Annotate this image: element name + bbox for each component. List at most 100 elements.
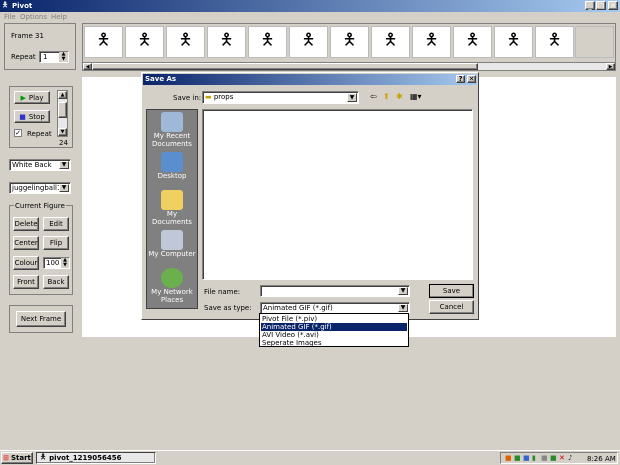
menu-file[interactable]: File — [4, 13, 16, 21]
repeat-checkbox[interactable]: ✓ — [14, 129, 22, 137]
frame-thumbnail[interactable]: 🯅 — [494, 26, 533, 58]
stop-button[interactable]: ■ Stop — [14, 110, 50, 123]
frame-thumbnail-empty — [575, 26, 614, 58]
frame-thumbnail[interactable]: 🯅 — [535, 26, 574, 58]
scroll-left-icon[interactable]: ◀ — [83, 63, 92, 70]
frame-thumbnail[interactable]: 🯅 — [330, 26, 369, 58]
system-tray: ■ ■ ■ ▮ ■ ■ ✕ ♪ 8:26 AM — [500, 452, 618, 464]
cancel-button[interactable]: Cancel — [429, 300, 474, 314]
tray-icon[interactable]: ✕ — [559, 454, 565, 462]
start-button[interactable]: ⊞ Start — [1, 452, 33, 464]
tray-icon[interactable]: ■ — [523, 454, 530, 462]
desktop-icon — [161, 152, 183, 172]
save-in-select[interactable]: ▬ props ▼ — [202, 91, 359, 104]
scroll-right-icon[interactable]: ▶ — [606, 63, 615, 70]
frame-thumbnail[interactable]: 🯅 — [412, 26, 451, 58]
colour-button[interactable]: Colour — [13, 256, 39, 270]
my-documents-icon — [161, 190, 183, 210]
colour-value: 100 — [46, 259, 60, 267]
minimize-button[interactable]: _ — [585, 1, 595, 10]
taskbar-task-pivot[interactable]: 🯅 pivot_1219056456 — [36, 452, 156, 464]
colour-spinner[interactable]: 100 ▲ ▼ — [43, 257, 70, 269]
volume-icon[interactable]: ♪ — [568, 454, 572, 462]
title-bar: 🯅 Pivot _ □ ✕ — [0, 0, 620, 12]
stop-icon: ■ — [19, 112, 26, 121]
menu-options[interactable]: Options — [20, 13, 47, 21]
save-in-label: Save in: — [173, 94, 202, 102]
chevron-down-icon: ▼ — [347, 93, 357, 102]
resize-grip-icon[interactable]: ⋰ — [471, 311, 477, 318]
slider-up-icon[interactable]: ▲ — [58, 91, 67, 99]
front-button[interactable]: Front — [13, 275, 39, 289]
menu-help[interactable]: Help — [51, 13, 67, 21]
frame-thumbnail[interactable]: 🯅 — [453, 26, 492, 58]
chevron-down-icon: ▼ — [398, 287, 408, 295]
place-my-documents[interactable]: My Documents — [148, 190, 196, 226]
place-desktop[interactable]: Desktop — [148, 152, 196, 180]
frame-thumbnail[interactable]: 🯅 — [289, 26, 328, 58]
play-icon: ▶ — [20, 93, 26, 102]
file-list[interactable] — [202, 109, 473, 280]
close-button[interactable]: ✕ — [608, 1, 618, 10]
menu-bar: File Options Help — [0, 12, 620, 22]
save-as-dialog: Save As ? ✕ Save in: ▬ props ▼ ⇦ ⬆ ✱ ▦▾ … — [141, 72, 479, 320]
frame-thumbnail[interactable]: 🯅 — [207, 26, 246, 58]
place-label: My Network Places — [151, 288, 193, 304]
help-button[interactable]: ? — [456, 75, 465, 83]
tray-icon[interactable]: ■ — [505, 454, 512, 462]
view-menu-icon[interactable]: ▦▾ — [410, 92, 422, 101]
frame-thumbnail[interactable]: 🯅 — [84, 26, 123, 58]
frame-scrollbar[interactable]: ◀ ▶ — [82, 62, 616, 71]
pivot-task-icon: 🯅 — [40, 452, 47, 461]
my-computer-icon — [161, 230, 183, 250]
place-recent-documents[interactable]: My Recent Documents — [148, 112, 196, 150]
place-network-places[interactable]: My Network Places — [148, 268, 196, 308]
tray-icon[interactable]: ■ — [514, 454, 521, 462]
next-frame-button[interactable]: Next Frame — [16, 311, 66, 327]
new-folder-icon[interactable]: ✱ — [396, 92, 403, 101]
type-option[interactable]: AVI Video (*.avi) — [261, 331, 407, 339]
frame-thumbnail[interactable]: 🯅 — [371, 26, 410, 58]
play-button[interactable]: ▶ Play — [14, 91, 50, 104]
center-button[interactable]: Center — [13, 236, 39, 250]
back-button[interactable]: Back — [43, 275, 69, 289]
slider-down-icon[interactable]: ▼ — [58, 128, 67, 136]
spinner-arrows-icon[interactable]: ▲ ▼ — [61, 258, 69, 268]
up-folder-icon[interactable]: ⬆ — [383, 92, 390, 101]
repeat-label: Repeat — [11, 53, 36, 61]
spinner-arrows-icon[interactable]: ▲ ▼ — [59, 52, 68, 62]
type-option[interactable]: Seperate Images — [261, 339, 407, 347]
back-arrow-icon[interactable]: ⇦ — [370, 92, 377, 101]
scroll-thumb[interactable] — [92, 63, 478, 70]
edit-button[interactable]: Edit — [43, 217, 69, 231]
maximize-button[interactable]: □ — [596, 1, 606, 10]
save-button[interactable]: Save — [429, 284, 474, 298]
file-name-label: File name: — [204, 288, 241, 296]
type-option-selected[interactable]: Animated GIF (*.gif) — [261, 323, 407, 331]
tray-icon[interactable]: ■ — [541, 454, 548, 462]
save-as-type-dropdown: Pivot File (*.piv) Animated GIF (*.gif) … — [259, 313, 409, 347]
frame-thumbnail[interactable]: 🯅 — [125, 26, 164, 58]
frame-label: Frame 31 — [11, 32, 44, 40]
app-icon: 🯅 — [2, 1, 9, 9]
file-name-input[interactable]: ▼ — [260, 285, 410, 297]
speed-slider[interactable]: ▲ ▼ — [57, 90, 68, 137]
folder-icon: ▬ — [205, 93, 212, 101]
slider-thumb[interactable] — [58, 102, 67, 118]
tray-icon[interactable]: ■ — [550, 454, 557, 462]
place-my-computer[interactable]: My Computer — [148, 230, 196, 262]
background-select[interactable]: White Back ▼ — [9, 159, 71, 171]
repeat-spinner[interactable]: 1 ▲ ▼ — [39, 51, 69, 63]
type-option[interactable]: Pivot File (*.piv) — [261, 315, 407, 323]
repeat-check-label: Repeat — [27, 130, 52, 138]
signal-icon[interactable]: ▮ — [532, 454, 536, 462]
flip-button[interactable]: Flip — [43, 236, 69, 250]
chevron-down-icon: ▼ — [398, 304, 408, 312]
taskbar: ⊞ Start 🯅 pivot_1219056456 ■ ■ ■ ▮ ■ ■ ✕ ♪… — [0, 450, 620, 465]
dialog-title: Save As — [145, 75, 177, 83]
frame-thumbnail[interactable]: 🯅 — [248, 26, 287, 58]
delete-button[interactable]: Delete — [13, 217, 39, 231]
dialog-close-button[interactable]: ✕ — [467, 75, 476, 83]
frame-thumbnail[interactable]: 🯅 — [166, 26, 205, 58]
figure-select[interactable]: juggelingball1 ▼ — [9, 182, 71, 194]
